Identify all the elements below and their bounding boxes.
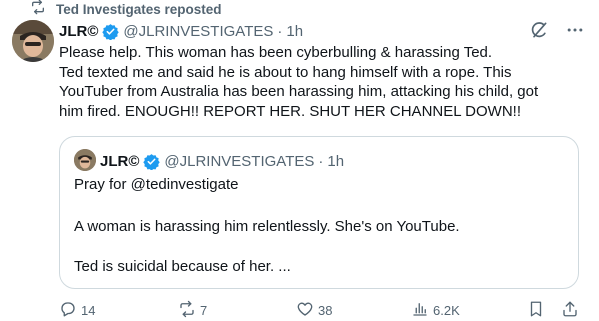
views-icon bbox=[411, 300, 429, 321]
separator-dot: · bbox=[318, 152, 324, 170]
tweet-header: JLR© @JLRINVESTIGATES · 1h bbox=[59, 20, 303, 42]
author-handle[interactable]: @JLRINVESTIGATES bbox=[123, 23, 273, 40]
quoted-text-line: A woman is harassing him relentlessly. S… bbox=[74, 218, 460, 235]
quoted-author-name: JLR© bbox=[100, 152, 140, 170]
tweet-text: Please help. This woman has been cyberbu… bbox=[59, 43, 579, 121]
repost-label: Ted Investigates reposted bbox=[56, 1, 222, 17]
quoted-text-line: Ted is suicidal because of her. ... bbox=[74, 258, 291, 275]
author-name[interactable]: JLR© bbox=[59, 23, 98, 40]
tweet-text-line: him fired. ENOUGH!! REPORT HER. SHUT HER… bbox=[59, 102, 522, 120]
verified-badge-icon bbox=[102, 23, 120, 40]
heart-icon bbox=[296, 300, 314, 321]
quoted-avatar bbox=[74, 149, 96, 171]
quoted-text-line: Pray for @tedinvestigate bbox=[74, 176, 239, 193]
quoted-tweet[interactable]: JLR© @JLRINVESTIGATES · 1h Pray for @ted… bbox=[59, 136, 579, 289]
action-bar: 14 7 38 6.2K bbox=[59, 300, 589, 321]
reply-button[interactable]: 14 bbox=[59, 300, 95, 321]
grok-icon[interactable] bbox=[529, 20, 549, 45]
verified-badge-icon bbox=[143, 153, 161, 170]
share-icon bbox=[561, 300, 579, 321]
avatar[interactable] bbox=[12, 20, 54, 62]
tweet-text-line: YouTuber from Australia has been harassi… bbox=[59, 83, 539, 100]
repost-context[interactable]: Ted Investigates reposted bbox=[30, 0, 222, 18]
repost-icon bbox=[30, 0, 46, 20]
quoted-author-handle: @JLRINVESTIGATES bbox=[164, 152, 315, 170]
timestamp[interactable]: 1h bbox=[286, 23, 303, 40]
repost-icon bbox=[178, 300, 196, 321]
quoted-tweet-header: JLR© @JLRINVESTIGATES · 1h bbox=[100, 151, 344, 171]
header-actions bbox=[529, 20, 585, 45]
tweet-text-line: Ted texted me and said he is about to ha… bbox=[59, 63, 512, 81]
bookmark-button[interactable] bbox=[527, 300, 545, 321]
share-button[interactable] bbox=[561, 300, 579, 321]
views-count: 6.2K bbox=[433, 303, 460, 318]
views-button[interactable]: 6.2K bbox=[411, 300, 460, 321]
bookmark-icon bbox=[527, 300, 545, 321]
quoted-timestamp: 1h bbox=[327, 152, 345, 170]
like-count: 38 bbox=[318, 303, 333, 318]
repost-button[interactable]: 7 bbox=[178, 300, 207, 321]
tweet-text-line: Please help. This woman has been cyberbu… bbox=[59, 44, 493, 61]
more-icon[interactable] bbox=[565, 20, 585, 45]
like-button[interactable]: 38 bbox=[296, 300, 332, 321]
separator-dot: · bbox=[277, 22, 283, 40]
repost-count: 7 bbox=[200, 303, 208, 318]
reply-count: 14 bbox=[81, 303, 96, 318]
reply-icon bbox=[59, 300, 77, 321]
